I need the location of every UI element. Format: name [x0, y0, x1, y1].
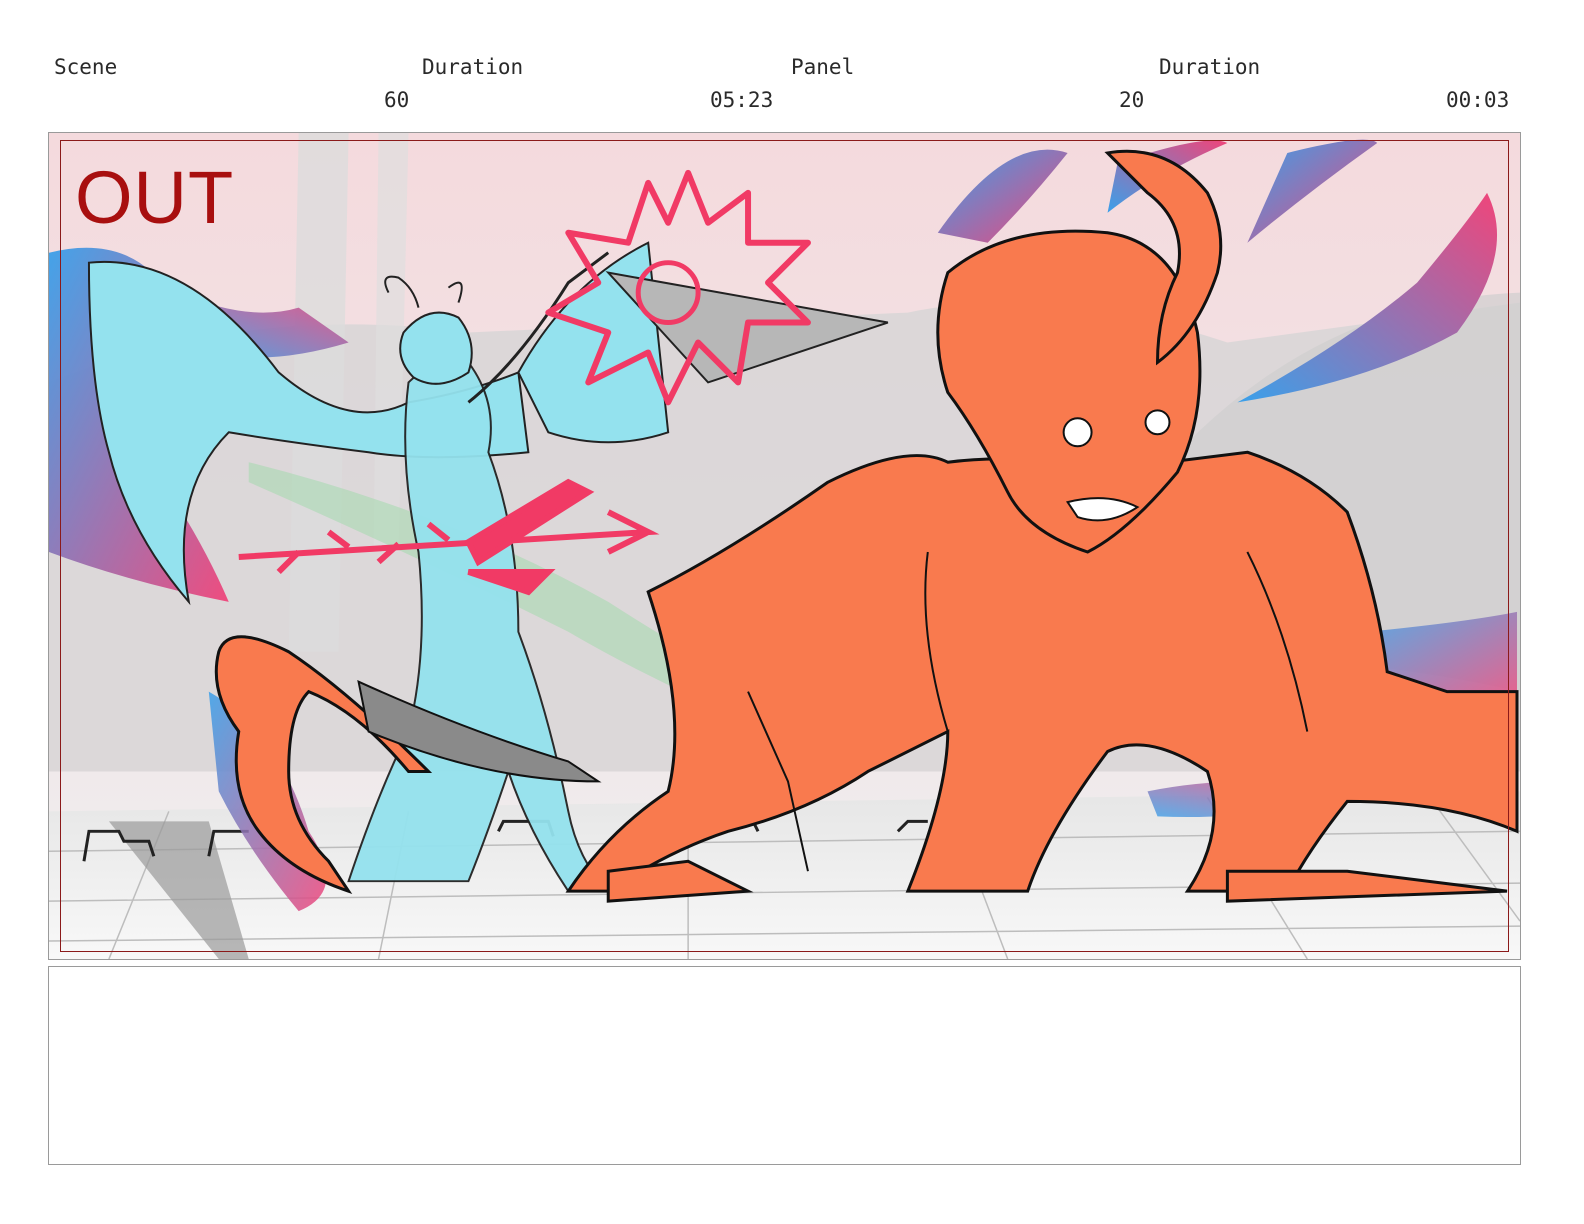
panel-label: Panel [791, 55, 855, 79]
scene-duration-value: 05:23 [710, 88, 774, 112]
panel-duration-value: 00:03 [1446, 88, 1510, 112]
orange-eye [1144, 409, 1171, 436]
transition-label: OUT [75, 156, 235, 239]
scene-number: 60 [384, 88, 410, 112]
scene-duration-label: Duration [422, 55, 524, 79]
panel-illustration [49, 133, 1520, 959]
panel-duration-label: Duration [1159, 55, 1261, 79]
scene-label: Scene [54, 55, 118, 79]
panel-number: 20 [1119, 88, 1145, 112]
storyboard-panel: OUT [48, 132, 1521, 960]
panel-notes-box[interactable] [48, 966, 1521, 1165]
orange-eye [1062, 417, 1093, 448]
